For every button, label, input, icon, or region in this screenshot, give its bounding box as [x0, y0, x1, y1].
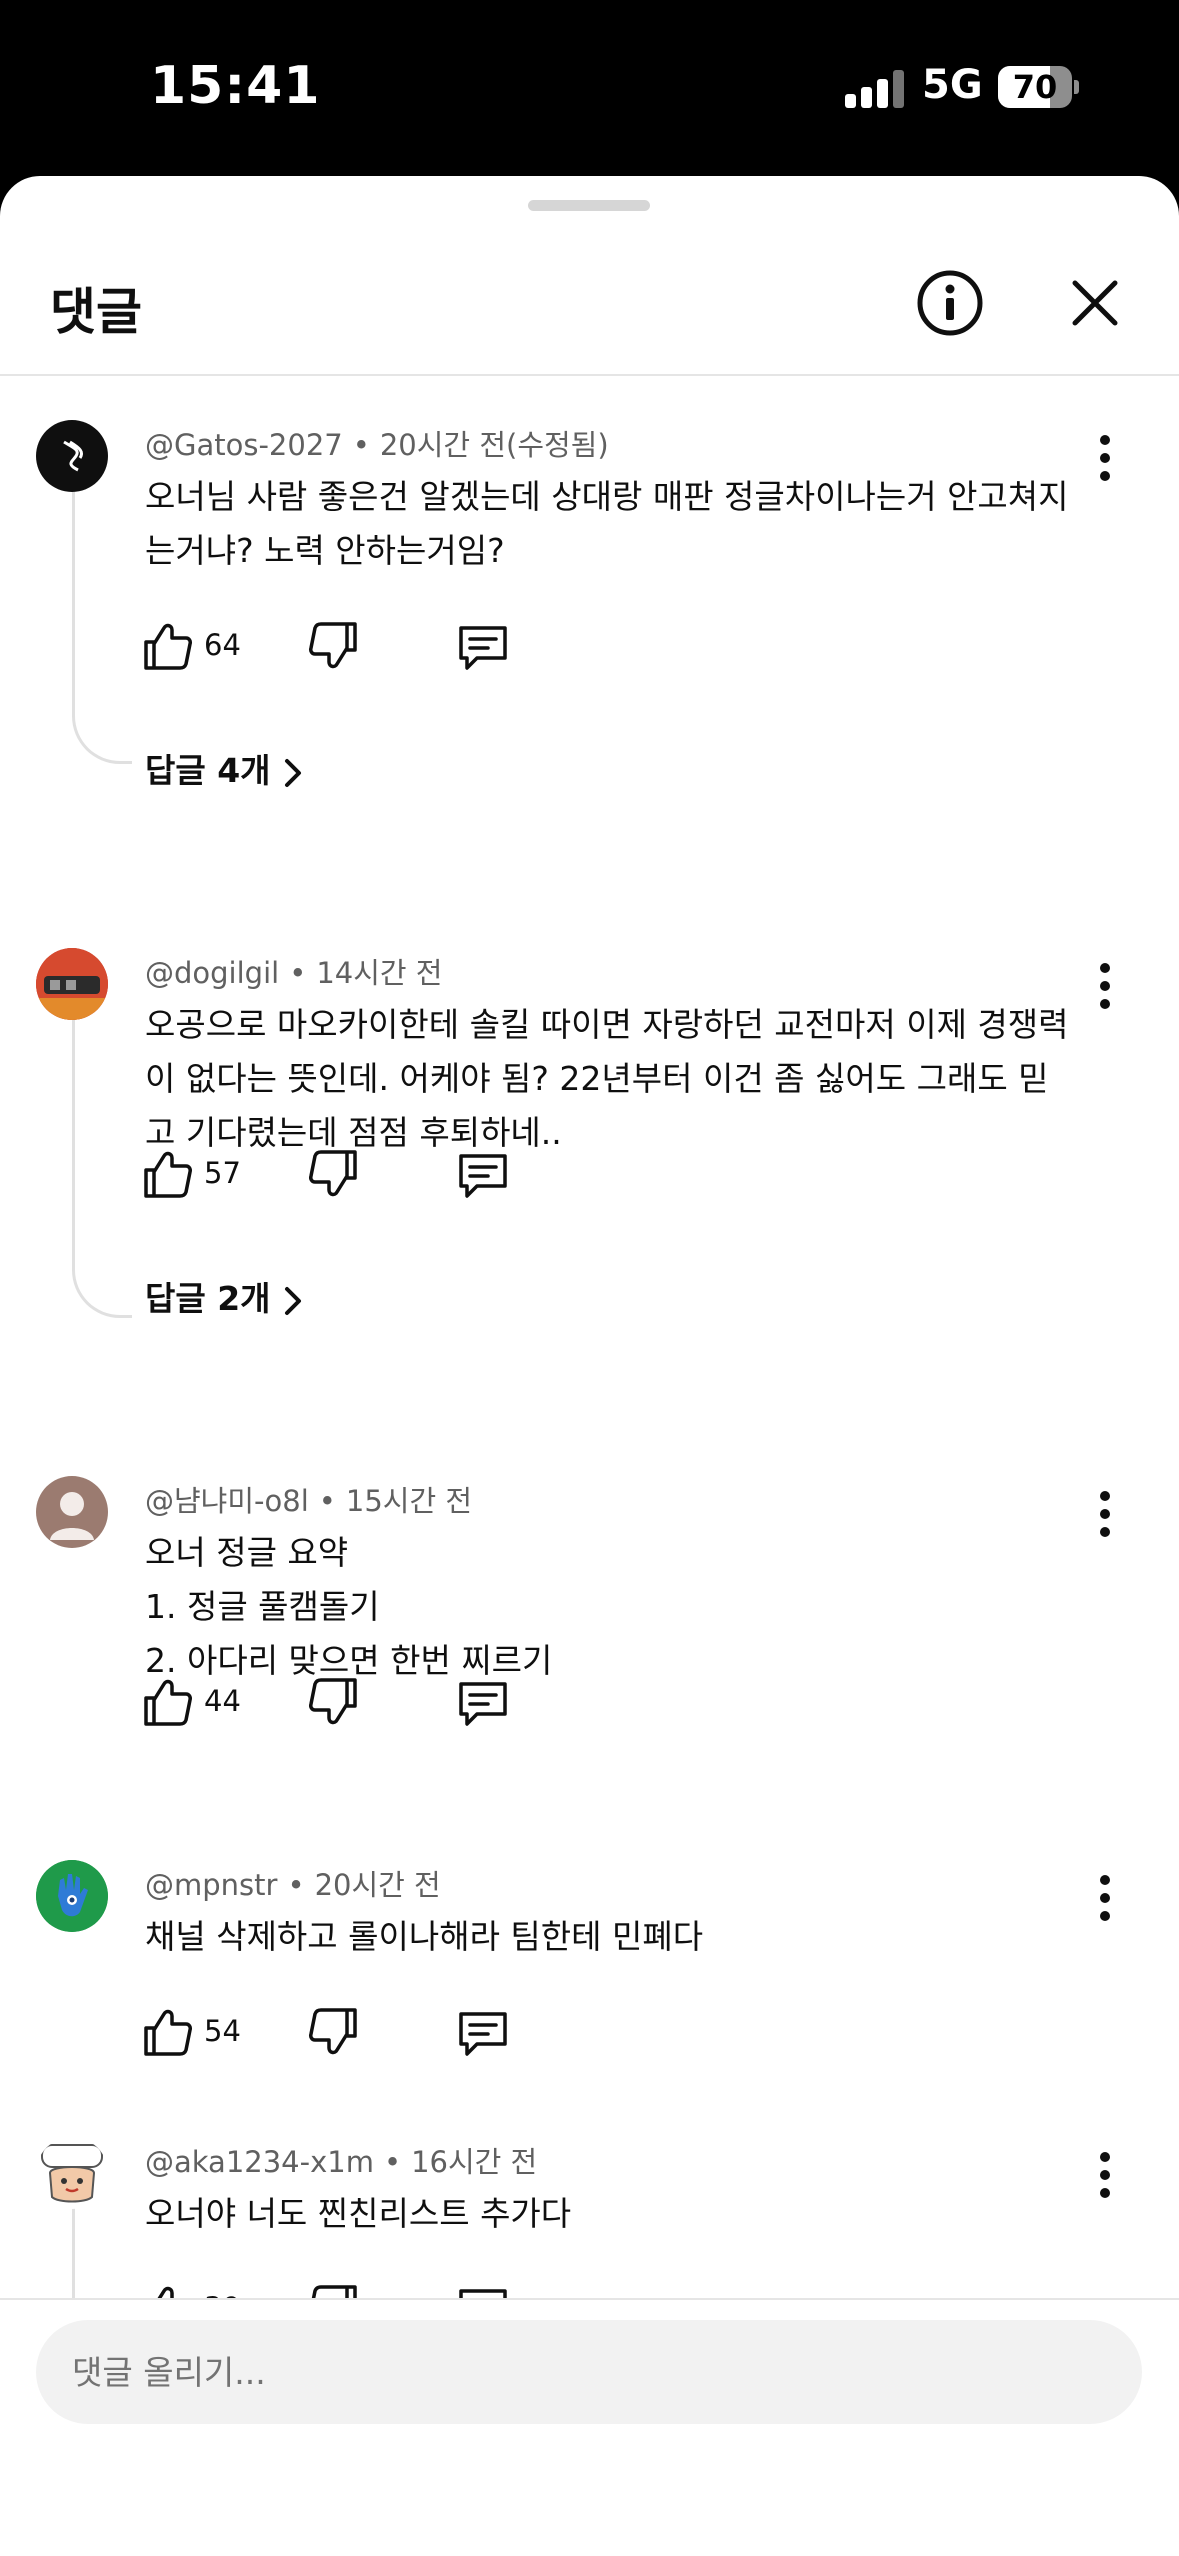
avatar[interactable]	[36, 948, 108, 1020]
comment-icon	[459, 1682, 507, 1726]
like-button[interactable]	[140, 2000, 196, 2064]
sheet-title: 댓글	[50, 283, 142, 341]
drag-handle[interactable]	[528, 200, 650, 211]
like-button[interactable]	[140, 1142, 196, 1206]
close-icon	[1072, 280, 1118, 326]
comment-input[interactable]	[36, 2320, 1142, 2424]
like-count: 39	[204, 2291, 241, 2298]
more-vert-icon	[1100, 963, 1110, 1009]
reply-button[interactable]	[455, 2000, 511, 2064]
more-options-button[interactable]	[1085, 2143, 1125, 2207]
avatar[interactable]	[36, 2137, 108, 2209]
status-time: 15:41	[150, 56, 321, 116]
comment-text: 오공으로 마오카이한테 솔킬 따이면 자랑하던 교전마저 이제 경쟁력 이 없다…	[145, 1005, 1069, 1152]
comment-icon	[459, 2012, 507, 2056]
dislike-button[interactable]	[305, 1670, 361, 1734]
like-button[interactable]	[140, 1670, 196, 1734]
comment-actions: 64	[140, 614, 540, 678]
comment-actions: 44	[140, 1670, 540, 1734]
comment-text: 오너 정글 요약 1. 정글 풀캠돌기 2. 아다리 맞으면 한번 찌르기	[145, 1533, 553, 1680]
comment-meta: @냠냐미-o8l • 15시간 전	[145, 1484, 473, 1518]
comment-time: 20시간 전	[314, 1868, 441, 1902]
more-vert-icon	[1100, 435, 1110, 481]
reply-button[interactable]	[455, 1670, 511, 1734]
thumbs-up-icon	[157, 2286, 174, 2298]
thumbs-up-icon	[144, 2009, 192, 2056]
dislike-button[interactable]	[305, 2000, 361, 2064]
like-count: 57	[204, 1156, 241, 1190]
info-button[interactable]	[915, 268, 985, 338]
comment-time: 15시간 전	[345, 1484, 473, 1518]
like-count: 44	[204, 1684, 241, 1718]
comment-author[interactable]: @aka1234-x1m	[145, 2145, 374, 2179]
cellular-signal-icon	[845, 70, 905, 108]
more-vert-icon	[1100, 1875, 1110, 1921]
network-type: 5G	[922, 62, 983, 108]
comment-list[interactable]: @Gatos-2027 • 20시간 전(수정됨) 오너님 사람 좋은건 알겠는데 …	[0, 378, 1179, 2298]
dislike-button[interactable]	[305, 1142, 361, 1206]
sheet-header: 댓글	[0, 236, 1179, 376]
thumbs-down-icon	[309, 622, 357, 669]
dislike-button[interactable]	[305, 614, 361, 678]
thumbs-up-icon	[144, 623, 192, 670]
comment-meta: @mpnstr • 20시간 전	[145, 1868, 441, 1902]
battery-percent: 70	[1012, 68, 1058, 106]
reply-button[interactable]	[455, 1142, 511, 1206]
reply-button[interactable]	[455, 2277, 511, 2298]
comment-icon	[459, 626, 507, 670]
status-bar: 15:41 5G 70	[0, 0, 1179, 180]
comment-icon	[459, 1154, 507, 1198]
comment-actions: 57	[140, 1142, 540, 1206]
like-button[interactable]	[140, 614, 196, 678]
avatar[interactable]	[36, 1860, 108, 1932]
thumbs-up-icon	[144, 1679, 192, 1726]
comment-text: 오너야 너도 찐친리스트 추가다	[145, 2194, 572, 2233]
more-vert-icon	[1100, 1491, 1110, 1537]
battery-icon: 70	[998, 66, 1079, 108]
comment-meta: @dogilgil • 14시간 전	[145, 956, 443, 990]
comment-actions: 39	[140, 2277, 540, 2298]
thread-line	[72, 994, 132, 1318]
thumbs-down-icon	[311, 2285, 357, 2298]
comment-meta: @Gatos-2027 • 20시간 전(수정됨)	[145, 428, 609, 462]
view-replies-button[interactable]: 답글 2개	[145, 1272, 305, 1320]
more-options-button[interactable]	[1085, 954, 1125, 1018]
comment-author[interactable]: @mpnstr	[145, 1868, 277, 1902]
thumbs-down-icon	[309, 1678, 357, 1725]
chevron-right-icon	[284, 758, 301, 787]
thumbs-down-icon	[309, 1150, 357, 1197]
more-vert-icon	[1100, 2152, 1110, 2198]
dislike-button[interactable]	[305, 2277, 361, 2298]
comments-sheet: 댓글 @Gatos-2027 • 20시간 전(수정됨) 오너님 사람 좋은건 …	[0, 176, 1179, 2556]
reply-button[interactable]	[455, 614, 511, 678]
more-options-button[interactable]	[1085, 1866, 1125, 1930]
more-options-button[interactable]	[1085, 1482, 1125, 1546]
comment-meta: @aka1234-x1m • 16시간 전	[145, 2145, 538, 2179]
comment-author[interactable]: @Gatos-2027	[145, 428, 343, 462]
avatar[interactable]	[36, 1476, 108, 1548]
comment-author[interactable]: @냠냐미-o8l	[145, 1484, 309, 1518]
comment-text: 오너님 사람 좋은건 알겠는데 상대랑 매판 정글차이나는거 안고쳐지 는거냐?…	[145, 477, 1069, 570]
comment-time: 16시간 전	[411, 2145, 538, 2179]
like-count: 64	[204, 628, 241, 662]
thumbs-up-icon	[144, 1151, 192, 1198]
comment-composer	[0, 2298, 1179, 2556]
comment-icon	[459, 2289, 507, 2298]
comment-author[interactable]: @dogilgil	[145, 956, 279, 990]
info-icon	[917, 270, 983, 336]
avatar[interactable]	[36, 420, 108, 492]
thumbs-down-icon	[309, 2008, 357, 2055]
like-button[interactable]	[140, 2277, 196, 2298]
view-replies-button[interactable]: 답글 4개	[145, 744, 305, 792]
thread-line	[72, 466, 132, 764]
more-options-button[interactable]	[1085, 426, 1125, 490]
close-button[interactable]	[1060, 268, 1130, 338]
comment-time: 14시간 전	[316, 956, 443, 990]
like-count: 54	[204, 2014, 241, 2048]
comment-time: 20시간 전(수정됨)	[379, 428, 609, 462]
chevron-right-icon	[284, 1286, 301, 1315]
comment-actions: 54	[140, 2000, 540, 2064]
comment-text: 채널 삭제하고 롤이나해라 팀한테 민폐다	[145, 1917, 704, 1956]
